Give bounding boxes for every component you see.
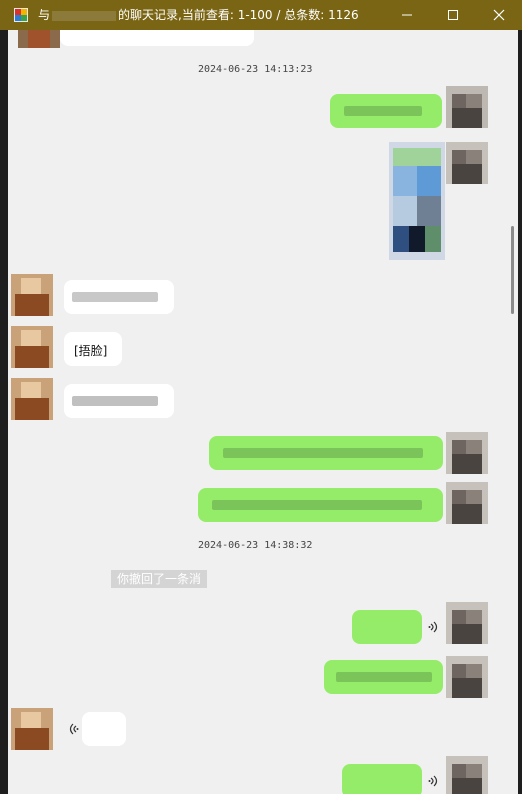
message-bubble-sent [330, 94, 442, 128]
redacted-text [72, 396, 158, 406]
window-title: 与 的聊天记录,当前查看: 1-100 / 总条数: 1126 [38, 7, 359, 23]
background-window-edge-right [518, 30, 522, 794]
title-bar: 与 的聊天记录,当前查看: 1-100 / 总条数: 1126 [0, 0, 522, 30]
minimize-icon [402, 14, 412, 16]
avatar-contact [11, 326, 53, 368]
title-suffix: 的聊天记录,当前查看: 1-100 / 总条数: 1126 [118, 8, 359, 22]
message-bubble-received: [捂脸] [64, 332, 122, 366]
background-window-edge-left [0, 30, 8, 794]
close-icon [493, 9, 505, 21]
redacted-text [344, 106, 422, 116]
maximize-button[interactable] [430, 0, 476, 30]
chat-history-panel[interactable]: 2024-06-23 14:13:23 [捂脸] 2024-06-23 14:3… [8, 30, 518, 794]
message-bubble-sent [198, 488, 443, 522]
message-timestamp: 2024-06-23 14:38:32 [198, 540, 313, 551]
avatar-self [446, 432, 488, 474]
avatar-contact [11, 274, 53, 316]
voice-wave-icon [69, 723, 79, 735]
redacted-text [72, 292, 158, 302]
avatar-contact [18, 30, 60, 48]
message-bubble-received [64, 280, 174, 314]
voice-message-sent[interactable] [352, 610, 422, 644]
minimize-button[interactable] [384, 0, 430, 30]
title-prefix: 与 [38, 8, 51, 22]
redacted-text [212, 500, 422, 510]
avatar-contact [11, 708, 53, 750]
message-bubble-sent [209, 436, 443, 470]
voice-message-sent[interactable] [342, 764, 422, 794]
message-bubble-received [64, 384, 174, 418]
scrollbar-thumb[interactable] [511, 226, 514, 314]
app-icon [14, 8, 28, 22]
message-bubble-received [60, 30, 254, 46]
avatar-self [446, 142, 488, 184]
voice-wave-icon [428, 621, 438, 633]
avatar-self [446, 482, 488, 524]
message-timestamp: 2024-06-23 14:13:23 [198, 64, 313, 75]
redacted-contact-name [52, 10, 117, 21]
redacted-text [223, 448, 423, 458]
message-image-sent[interactable] [389, 142, 445, 260]
avatar-self [446, 86, 488, 128]
message-bubble-sent [324, 660, 443, 694]
avatar-self [446, 656, 488, 698]
avatar-self [446, 602, 488, 644]
voice-wave-icon [428, 775, 438, 787]
voice-message-received[interactable] [82, 712, 126, 746]
close-button[interactable] [476, 0, 522, 30]
emoji-text: [捂脸] [74, 344, 108, 358]
recall-notice: 你撤回了一条消 [111, 570, 208, 588]
redacted-text [336, 672, 432, 682]
avatar-contact [11, 378, 53, 420]
avatar-self [446, 756, 488, 794]
maximize-icon [448, 10, 458, 20]
